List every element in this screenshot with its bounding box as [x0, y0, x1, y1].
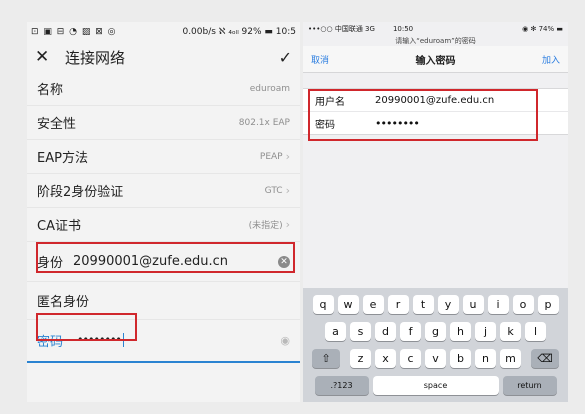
key-p[interactable]: p — [537, 295, 559, 314]
confirm-check-icon[interactable]: ✓ — [279, 48, 292, 67]
key-i[interactable]: i — [487, 295, 509, 314]
keyboard-row-2: a s d f g h j k l — [303, 322, 568, 341]
key-a[interactable]: a — [325, 322, 346, 341]
key-t[interactable]: t — [412, 295, 434, 314]
highlight-credentials-box — [308, 89, 538, 141]
ios-page-title: 输入密码 — [415, 55, 456, 67]
key-e[interactable]: e — [362, 295, 384, 314]
shift-key-icon[interactable]: ⇧ — [312, 349, 340, 368]
chevron-right-icon: › — [285, 150, 290, 163]
chevron-right-icon: › — [285, 184, 290, 197]
key-v[interactable]: v — [425, 349, 446, 368]
android-status-right: 0.00b/s ℵ ₄ₒₗₗ 92% ▬ 10:5 — [182, 27, 296, 37]
ios-enter-password-screen: •••○○ 中国联通 3G 10:50 ◉ ✻ 74% ▬ 请输入“eduroa… — [303, 22, 568, 402]
key-r[interactable]: r — [387, 295, 409, 314]
ca-certificate-label: CA证书 — [37, 219, 81, 234]
key-h[interactable]: h — [450, 322, 471, 341]
chevron-right-icon: › — [285, 218, 290, 231]
field-name-label: 名称 — [37, 83, 64, 98]
anonymous-identity-label: 匿名身份 — [37, 295, 90, 310]
android-status-bar: ⊡ ▣ ⊟ ◔ ▨ ⊠ ◎ 0.00b/s ℵ ₄ₒₗₗ 92% ▬ 10:5 — [27, 22, 300, 42]
key-q[interactable]: q — [312, 295, 334, 314]
key-c[interactable]: c — [400, 349, 421, 368]
phase2-auth-select[interactable]: 阶段2身份验证 GTC › — [27, 174, 300, 208]
field-name-row[interactable]: 名称 eduroam — [27, 72, 300, 106]
field-name-value: eduroam — [249, 83, 290, 94]
delete-key-icon[interactable]: ⌫ — [531, 349, 559, 368]
key-k[interactable]: k — [500, 322, 521, 341]
key-d[interactable]: d — [375, 322, 396, 341]
key-y[interactable]: y — [437, 295, 459, 314]
eap-method-select[interactable]: EAP方法 PEAP › — [27, 140, 300, 174]
key-n[interactable]: n — [475, 349, 496, 368]
key-g[interactable]: g — [425, 322, 446, 341]
join-button[interactable]: 加入 — [542, 53, 560, 66]
keyboard-row-3: ⇧ z x c v b n m ⌫ — [303, 349, 568, 368]
key-j[interactable]: j — [475, 322, 496, 341]
ios-carrier: •••○○ 中国联通 3G — [308, 25, 375, 33]
key-l[interactable]: l — [525, 322, 546, 341]
page-title: 连接网络 — [65, 48, 126, 67]
ios-time: 10:50 — [392, 25, 414, 33]
key-u[interactable]: u — [462, 295, 484, 314]
ios-nav-bar: 取消 输入密码 加入 — [303, 46, 568, 73]
space-key[interactable]: space — [372, 376, 499, 395]
highlight-identity-box — [36, 242, 295, 273]
password-prompt: 请输入“eduroam”的密码 — [395, 37, 476, 45]
eye-icon[interactable]: ◉ — [280, 334, 290, 347]
numbers-key[interactable]: .?123 — [314, 376, 369, 395]
phase2-auth-value: GTC — [264, 185, 283, 196]
keyboard-row-4: .?123 space return — [303, 376, 568, 395]
key-f[interactable]: f — [400, 322, 421, 341]
android-toolbar: ✕ 连接网络 ✓ — [27, 42, 300, 72]
ios-status-bar: •••○○ 中国联通 3G 10:50 ◉ ✻ 74% ▬ — [303, 22, 568, 36]
android-connect-network-screen: ⊡ ▣ ⊟ ◔ ▨ ⊠ ◎ 0.00b/s ℵ ₄ₒₗₗ 92% ▬ 10:5 … — [27, 22, 300, 402]
password-focus-underline — [27, 361, 300, 363]
field-security-row[interactable]: 安全性 802.1x EAP — [27, 106, 300, 140]
key-z[interactable]: z — [350, 349, 371, 368]
key-m[interactable]: m — [500, 349, 521, 368]
highlight-password-box — [36, 313, 137, 341]
ios-status-right: ◉ ✻ 74% ▬ — [522, 25, 563, 33]
ios-keyboard: q w e r t y u i o p a s d f g h j k l ⇧ … — [303, 288, 568, 402]
eap-method-label: EAP方法 — [37, 151, 88, 166]
ca-certificate-value: (未指定) — [248, 221, 283, 231]
keyboard-row-1: q w e r t y u i o p — [303, 295, 568, 314]
key-x[interactable]: x — [375, 349, 396, 368]
key-b[interactable]: b — [450, 349, 471, 368]
ca-certificate-select[interactable]: CA证书 (未指定) › — [27, 208, 300, 242]
return-key[interactable]: return — [502, 376, 557, 395]
field-security-label: 安全性 — [37, 117, 77, 132]
key-o[interactable]: o — [512, 295, 534, 314]
screenshot-frame: ⊡ ▣ ⊟ ◔ ▨ ⊠ ◎ 0.00b/s ℵ ₄ₒₗₗ 92% ▬ 10:5 … — [0, 0, 585, 414]
key-s[interactable]: s — [350, 322, 371, 341]
close-icon[interactable]: ✕ — [35, 47, 57, 67]
eap-method-value: PEAP — [259, 151, 283, 162]
key-w[interactable]: w — [337, 295, 359, 314]
android-status-icons: ⊡ ▣ ⊟ ◔ ▨ ⊠ ◎ — [31, 27, 117, 37]
field-security-value: 802.1x EAP — [238, 117, 290, 128]
cancel-button[interactable]: 取消 — [311, 53, 329, 66]
phase2-auth-label: 阶段2身份验证 — [37, 185, 124, 200]
